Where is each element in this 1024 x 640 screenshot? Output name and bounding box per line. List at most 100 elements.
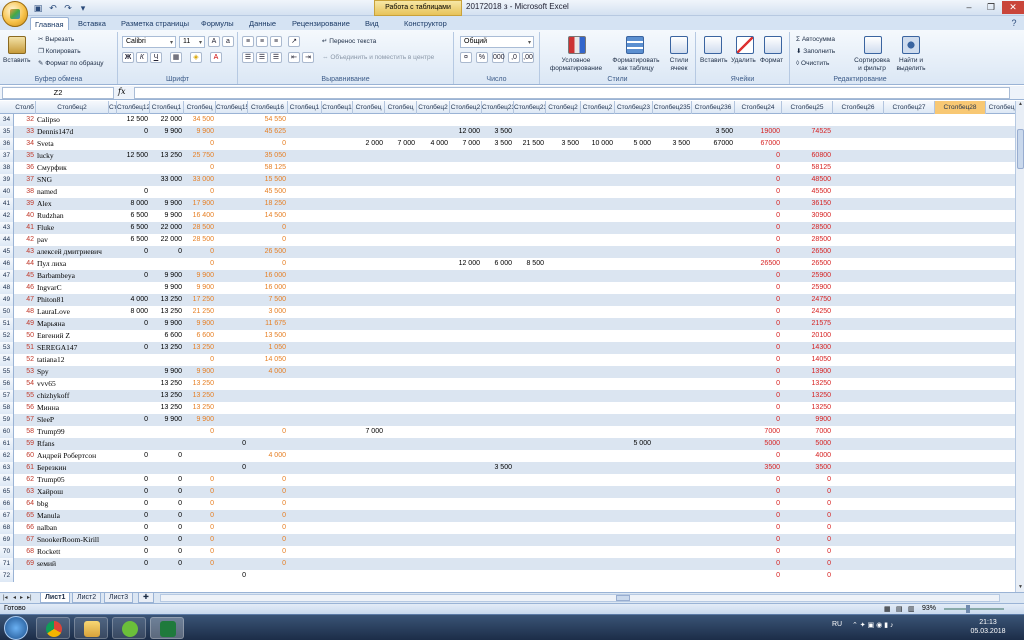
cell-index[interactable]: 43 [14, 246, 36, 258]
cell-player-name[interactable]: vvv65 [36, 378, 109, 390]
table-cell[interactable]: 0 [248, 234, 288, 246]
table-cell[interactable]: 9 900 [150, 126, 184, 138]
table-cell[interactable]: 21575 [782, 318, 833, 330]
table-cell[interactable]: 0 [117, 522, 150, 534]
table-cell[interactable]: 0 [735, 246, 782, 258]
table-cell[interactable]: 13 250 [150, 150, 184, 162]
bold-icon[interactable]: Ж [122, 52, 134, 63]
column-header[interactable]: Ст [109, 101, 117, 114]
table-cell[interactable]: 13 250 [184, 390, 216, 402]
table-cell[interactable]: 1 050 [248, 342, 288, 354]
cell-index[interactable]: 69 [14, 558, 36, 570]
table-cell[interactable]: 3 500 [482, 126, 514, 138]
table-cell[interactable]: 14 050 [248, 354, 288, 366]
row-number[interactable]: 70 [0, 546, 14, 558]
italic-icon[interactable]: К [136, 52, 148, 63]
tab-design[interactable]: Конструктор [400, 17, 451, 30]
table-cell[interactable]: 6 500 [117, 210, 150, 222]
cell-player-name[interactable]: SnookerRoom-Kirill [36, 534, 109, 546]
table-cell[interactable]: 9 900 [150, 198, 184, 210]
view-normal-icon[interactable]: ▦ [884, 605, 891, 613]
shrink-font-icon[interactable]: a [222, 36, 234, 47]
table-cell[interactable]: 3500 [782, 462, 833, 474]
cell-player-name[interactable]: Евгений Z [36, 330, 109, 342]
table-cell[interactable]: 9 900 [184, 318, 216, 330]
tab-review[interactable]: Рецензирование [288, 17, 354, 30]
table-cell[interactable]: 26 500 [248, 246, 288, 258]
table-cell[interactable]: 0 [735, 534, 782, 546]
table-cell[interactable]: 14 500 [248, 210, 288, 222]
table-cell[interactable]: 60800 [782, 150, 833, 162]
cell-index[interactable]: 39 [14, 198, 36, 210]
cell-index[interactable]: 54 [14, 378, 36, 390]
table-cell[interactable]: 6 600 [150, 330, 184, 342]
cell-player-name[interactable]: Trump99 [36, 426, 109, 438]
align-top-icon[interactable]: ≡ [242, 36, 254, 47]
table-cell[interactable]: 0 [735, 318, 782, 330]
column-header[interactable]: Столбец [353, 101, 385, 114]
cell-index[interactable]: 36 [14, 162, 36, 174]
table-cell[interactable]: 0 [782, 510, 833, 522]
table-row[interactable]: 53 51 SEREGA147 0 13 250 13 250 1 050 0 14300 [0, 342, 1015, 354]
font-size-combo[interactable]: 11 ▾ [179, 36, 205, 48]
table-cell[interactable]: 4000 [782, 450, 833, 462]
cell-player-name[interactable]: Смурфик [36, 162, 109, 174]
zoom-level[interactable]: 93% [922, 605, 936, 612]
row-number[interactable]: 60 [0, 426, 14, 438]
table-cell[interactable]: 6 000 [482, 258, 514, 270]
table-cell[interactable]: 25 750 [184, 150, 216, 162]
table-cell[interactable]: 5 000 [615, 138, 653, 150]
table-cell[interactable]: 0 [735, 558, 782, 570]
column-header[interactable]: Столбец15 [216, 101, 248, 114]
table-cell[interactable]: 21 500 [514, 138, 546, 150]
cell-player-name[interactable]: Manula [36, 510, 109, 522]
table-cell[interactable]: 0 [117, 534, 150, 546]
table-cell[interactable]: 5 000 [615, 438, 653, 450]
cell-player-name[interactable]: Андрей Робертсон [36, 450, 109, 462]
table-cell[interactable]: 0 [184, 486, 216, 498]
table-row[interactable]: 65 63 Хайрош 0 0 0 0 0 0 [0, 486, 1015, 498]
cell-player-name[interactable]: Хайрош [36, 486, 109, 498]
wrap-text-button[interactable]: ↵ Перенос текста [322, 38, 376, 46]
table-cell[interactable]: 7 500 [248, 294, 288, 306]
format-cells-button[interactable]: Формат [760, 57, 783, 65]
cell-player-name[interactable]: SEREGA147 [36, 342, 109, 354]
cell-player-name[interactable]: bbg [36, 498, 109, 510]
cell-player-name[interactable]: lucky [36, 150, 109, 162]
format-as-table-icon[interactable] [626, 36, 644, 54]
table-cell[interactable]: 13 250 [150, 306, 184, 318]
table-row[interactable]: 60 58 Trump99 0 0 7 000 7000 7000 [0, 426, 1015, 438]
table-cell[interactable]: 33 000 [150, 174, 184, 186]
table-cell[interactable]: 0 [117, 246, 150, 258]
table-cell[interactable]: 0 [184, 354, 216, 366]
table-cell[interactable]: 0 [248, 534, 288, 546]
horizontal-scrollbar[interactable] [160, 594, 1000, 602]
table-cell[interactable]: 0 [735, 186, 782, 198]
table-cell[interactable]: 13 250 [150, 390, 184, 402]
table-cell[interactable]: 24750 [782, 294, 833, 306]
cell-index[interactable]: 58 [14, 426, 36, 438]
conditional-format-icon[interactable] [568, 36, 586, 54]
table-cell[interactable]: 30900 [782, 210, 833, 222]
cell-index[interactable]: 56 [14, 402, 36, 414]
table-cell[interactable]: 18 250 [248, 198, 288, 210]
table-cell[interactable]: 13 250 [150, 378, 184, 390]
table-cell[interactable]: 9 900 [184, 126, 216, 138]
table-cell[interactable]: 3 500 [546, 138, 581, 150]
table-cell[interactable]: 35 050 [248, 150, 288, 162]
table-cell[interactable]: 0 [248, 510, 288, 522]
table-cell[interactable]: 3 500 [692, 126, 735, 138]
table-row[interactable]: 72 0 0 0 [0, 570, 1015, 582]
table-cell[interactable]: 9 900 [184, 366, 216, 378]
table-row[interactable]: 58 56 Минна 13 250 13 250 0 13250 [0, 402, 1015, 414]
table-cell[interactable]: 7000 [782, 426, 833, 438]
table-cell[interactable]: 0 [150, 522, 184, 534]
maximize-button[interactable]: ❐ [980, 1, 1002, 14]
table-row[interactable]: 69 67 SnookerRoom-Kirill 0 0 0 0 0 0 [0, 534, 1015, 546]
table-cell[interactable]: 45500 [782, 186, 833, 198]
table-cell[interactable]: 0 [735, 474, 782, 486]
table-cell[interactable]: 2 000 [353, 138, 385, 150]
table-cell[interactable]: 20100 [782, 330, 833, 342]
row-number[interactable]: 36 [0, 138, 14, 150]
table-cell[interactable]: 0 [248, 558, 288, 570]
